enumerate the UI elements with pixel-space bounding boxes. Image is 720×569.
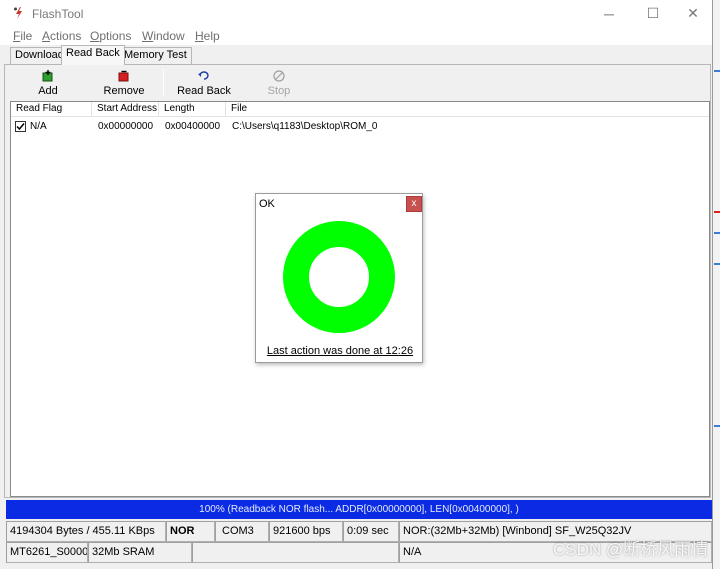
- watermark: CSDN @断桥风雨情: [553, 540, 709, 559]
- menu-actions[interactable]: Actions: [42, 29, 81, 43]
- read-back-button[interactable]: Read Back: [173, 68, 235, 98]
- maximize-button[interactable]: ☐: [631, 0, 675, 27]
- close-icon: x: [411, 198, 417, 209]
- dialog-message: Last action was done at 12:26: [266, 345, 414, 357]
- success-ring-icon: [283, 221, 395, 333]
- close-icon: ✕: [687, 5, 699, 21]
- start-address-value: 0x00000000: [98, 121, 154, 132]
- status-empty: [192, 542, 399, 563]
- read-back-label: Read Back: [177, 85, 231, 97]
- stop-button[interactable]: Stop: [248, 68, 310, 98]
- list-header: Read Flag Start Address Length File: [11, 102, 709, 117]
- add-button[interactable]: Add: [17, 68, 79, 98]
- toolbar-separator: [163, 69, 164, 97]
- tab-memory-test[interactable]: Memory Test: [119, 47, 192, 64]
- status-ram: 32Mb SRAM: [88, 542, 192, 563]
- length-value: 0x00400000: [165, 121, 221, 132]
- tab-read-back[interactable]: Read Back: [61, 45, 125, 65]
- stop-icon: [273, 70, 285, 82]
- remove-label: Remove: [103, 85, 145, 97]
- window-title: FlashTool: [32, 7, 84, 21]
- add-icon: [42, 70, 54, 82]
- toolbar: Add Remove Read Back Stop: [5, 65, 710, 101]
- close-button[interactable]: ✕: [671, 0, 715, 27]
- desktop-edge-mark: [714, 211, 720, 213]
- menu-help[interactable]: Help: [195, 29, 220, 43]
- column-read-flag[interactable]: Read Flag: [11, 102, 92, 117]
- column-start-address[interactable]: Start Address: [92, 102, 159, 117]
- column-file[interactable]: File: [226, 102, 709, 117]
- progress-bar: 100% (Readback NOR flash... ADDR[0x00000…: [6, 500, 712, 519]
- column-length[interactable]: Length: [159, 102, 226, 117]
- remove-button[interactable]: Remove: [93, 68, 155, 98]
- status-chip: MT6261_S0000: [6, 542, 88, 563]
- file-path-value: C:\Users\q1183\Desktop\ROM_0: [232, 121, 378, 132]
- checkmark-icon: [16, 123, 25, 131]
- menu-window[interactable]: Window: [142, 29, 185, 43]
- status-baud-rate: 921600 bps: [269, 521, 343, 542]
- desktop-edge-mark: [714, 263, 720, 265]
- ok-dialog: OK x Last action was done at 12:26: [255, 193, 423, 363]
- read-back-icon: [198, 70, 210, 82]
- status-storage-type: NOR: [166, 521, 215, 542]
- read-flag-value: N/A: [30, 121, 47, 132]
- menu-file[interactable]: File: [13, 29, 32, 43]
- tab-bar: Download Read Back Memory Test: [0, 45, 712, 65]
- status-com-port: COM3: [215, 521, 269, 542]
- title-bar[interactable]: FlashTool ─ ☐ ✕: [0, 0, 712, 27]
- minimize-icon: ─: [604, 5, 614, 22]
- flashtool-app-icon: [14, 7, 22, 19]
- read-flag-checkbox[interactable]: [15, 121, 26, 132]
- status-elapsed-time: 0:09 sec: [343, 521, 399, 542]
- add-label: Add: [38, 85, 58, 97]
- menu-bar: File Actions Options Window Help: [0, 27, 712, 45]
- flashtool-window: FlashTool ─ ☐ ✕ File Actions Options Win…: [0, 0, 713, 569]
- table-row[interactable]: N/A 0x00000000 0x00400000 C:\Users\q1183…: [11, 120, 709, 134]
- dialog-title: OK: [259, 198, 275, 210]
- maximize-icon: ☐: [646, 5, 660, 21]
- desktop-edge-mark: [714, 232, 720, 234]
- desktop-edge-mark: [714, 70, 720, 72]
- stop-label: Stop: [267, 85, 291, 97]
- menu-options[interactable]: Options: [90, 29, 131, 43]
- remove-icon: [118, 70, 130, 82]
- progress-text: 100% (Readback NOR flash... ADDR[0x00000…: [199, 504, 519, 515]
- minimize-button[interactable]: ─: [587, 0, 631, 27]
- dialog-close-button[interactable]: x: [406, 196, 422, 212]
- desktop-edge-mark: [714, 425, 720, 427]
- desktop-background: [713, 0, 720, 569]
- status-transfer-rate: 4194304 Bytes / 455.11 KBps: [6, 521, 166, 542]
